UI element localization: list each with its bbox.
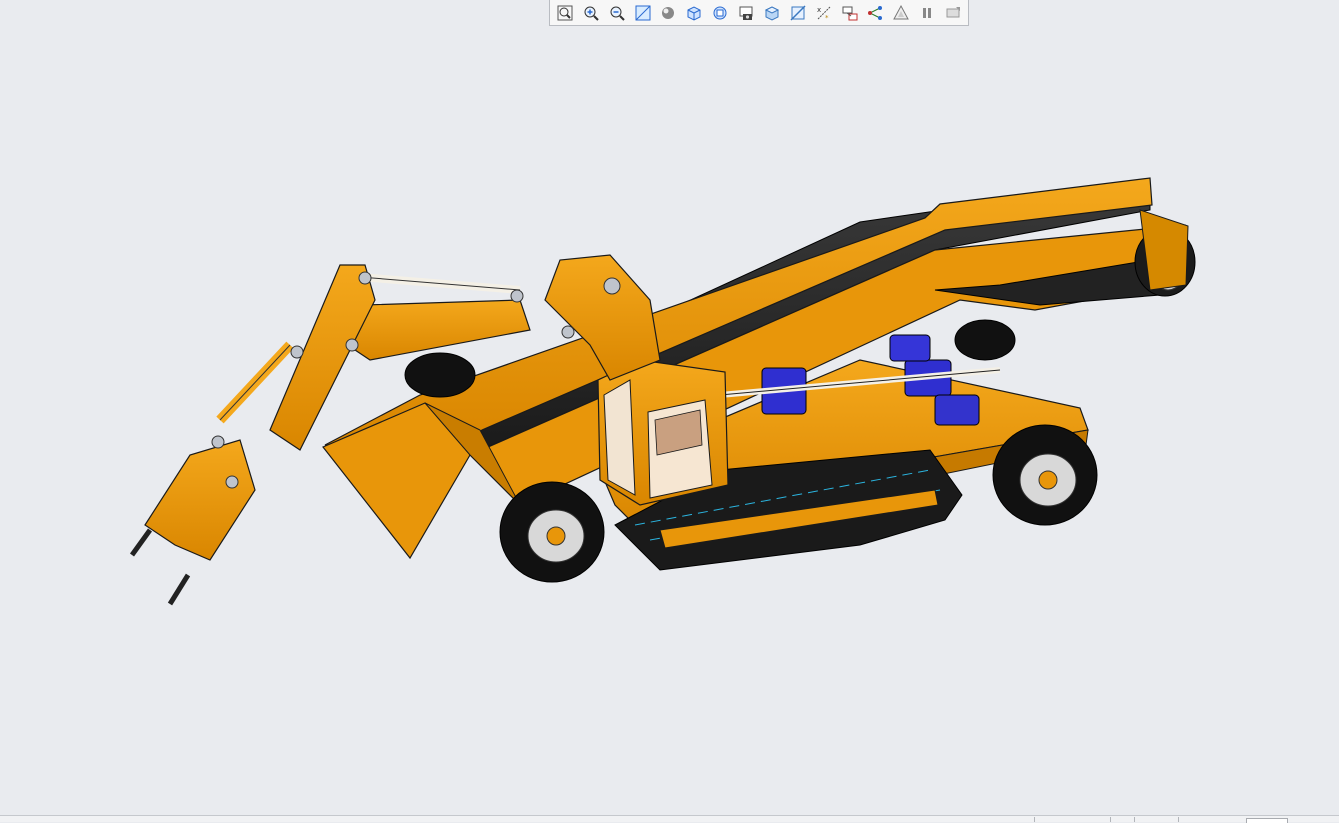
zoom-fit-icon [557, 5, 573, 20]
status-separator [1034, 817, 1035, 822]
datum-display-icon: x* [817, 6, 831, 22]
repaint-icon [946, 6, 961, 17]
section-button[interactable] [787, 2, 809, 24]
appearance-icon [893, 4, 910, 19]
display-style-icon [764, 5, 780, 21]
spin-center-button[interactable] [865, 2, 887, 24]
spin-center-icon [868, 5, 883, 20]
zoom-out-button[interactable] [606, 2, 628, 24]
zoom-area-button[interactable] [632, 2, 654, 24]
zoom-fit-button[interactable] [554, 2, 576, 24]
view-orientation-icon [687, 5, 701, 21]
zoom-area-icon [635, 5, 651, 20]
view-toolbar: x * [549, 0, 969, 26]
status-separator [1178, 817, 1179, 822]
excavator-loader-model[interactable] [0, 0, 1339, 815]
annotation-display-button[interactable] [839, 2, 861, 24]
status-separator [1134, 817, 1135, 822]
operator-cab [597, 359, 729, 506]
svg-text:x: x [817, 6, 821, 14]
appearance-button[interactable] [890, 2, 912, 24]
shading-button[interactable] [658, 2, 680, 24]
repaint-button[interactable] [942, 2, 964, 24]
snapshot-button[interactable] [735, 2, 757, 24]
datum-display-button[interactable]: x * [813, 2, 835, 24]
svg-text:*: * [825, 14, 829, 22]
zoom-in-icon [584, 6, 599, 21]
zoom-in-button[interactable] [580, 2, 602, 24]
shading-icon [662, 6, 675, 19]
pause-button[interactable] [916, 2, 938, 24]
pause-icon [923, 7, 932, 18]
snapshot-icon [739, 6, 753, 20]
display-style-button[interactable] [761, 2, 783, 24]
graphics-viewport[interactable]: x * [0, 0, 1339, 815]
view-orientation-button[interactable] [683, 2, 705, 24]
zoom-out-icon [610, 6, 625, 21]
saved-views-icon [713, 6, 727, 19]
annotation-display-icon [842, 6, 858, 20]
saved-views-button[interactable] [709, 2, 731, 24]
status-separator [1110, 817, 1111, 822]
section-icon [790, 4, 806, 21]
